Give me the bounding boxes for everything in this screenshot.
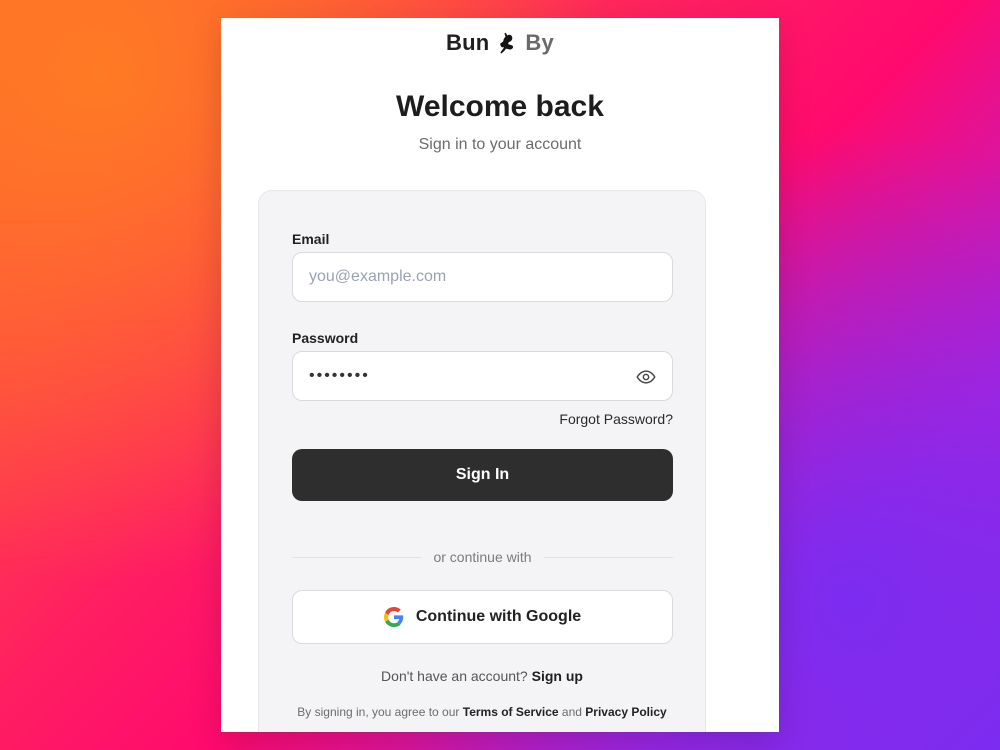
- no-account-text: Don't have an account?: [381, 668, 528, 684]
- password-label: Password: [292, 330, 359, 346]
- brand-logo: Bun By: [221, 30, 779, 56]
- terms-link[interactable]: Terms of Service: [463, 705, 559, 719]
- email-label: Email: [292, 231, 330, 247]
- legal-prefix: By signing in, you agree to our: [297, 705, 460, 719]
- forgot-password-link[interactable]: Forgot Password?: [559, 411, 673, 427]
- legal-and: and: [561, 705, 582, 719]
- brand-right-text: By: [525, 30, 554, 55]
- divider-text: or continue with: [433, 549, 532, 565]
- signup-prompt: Don't have an account? Sign up: [259, 668, 705, 684]
- google-signin-button[interactable]: Continue with Google: [292, 590, 673, 644]
- bunny-icon: [495, 31, 519, 55]
- sign-up-link[interactable]: Sign up: [532, 668, 583, 684]
- page-title: Welcome back: [396, 90, 604, 123]
- divider-line-right: [543, 556, 673, 558]
- continue-divider: or continue with: [292, 547, 673, 567]
- signin-form-panel: Email Password Forgot Password? Sign In …: [258, 190, 706, 732]
- privacy-link[interactable]: Privacy Policy: [585, 705, 666, 719]
- divider-line-left: [292, 556, 422, 558]
- email-input[interactable]: [292, 252, 673, 302]
- legal-notice: By signing in, you agree to our Terms of…: [259, 705, 705, 719]
- brand-left-text: Bun: [446, 30, 490, 55]
- login-card: Bun By Welcome back Sign in to your acco…: [221, 18, 779, 732]
- sign-in-button[interactable]: Sign In: [292, 449, 673, 501]
- eye-icon[interactable]: [636, 367, 656, 387]
- page-subtitle: Sign in to your account: [418, 136, 582, 153]
- password-input[interactable]: [292, 351, 673, 401]
- google-icon: [383, 607, 404, 627]
- google-button-label: Continue with Google: [415, 608, 582, 625]
